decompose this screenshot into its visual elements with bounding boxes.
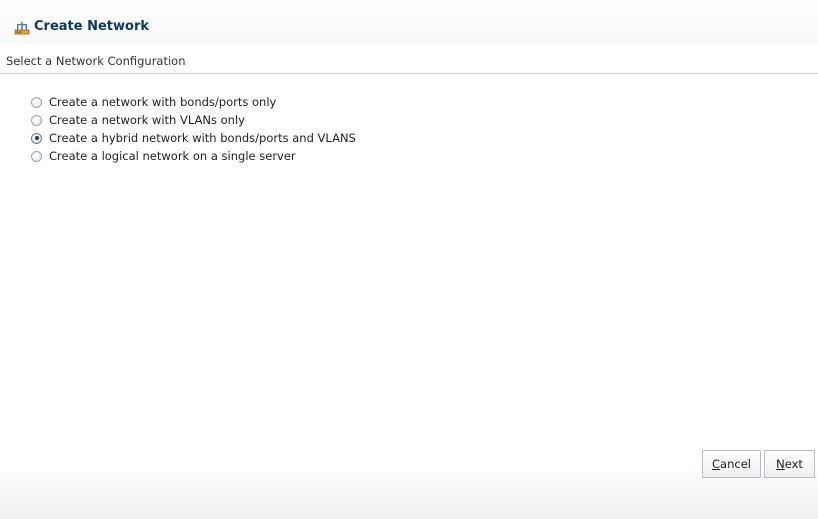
option-label: Create a logical network on a single ser… (49, 149, 296, 163)
option-bonds-ports-only[interactable]: Create a network with bonds/ports only (31, 93, 356, 111)
next-button[interactable]: Next (764, 450, 815, 478)
next-mnemonic: N (776, 457, 785, 471)
network-config-options: Create a network with bonds/ports only C… (31, 93, 356, 165)
cancel-mnemonic: C (712, 457, 721, 471)
dialog-title: Create Network (34, 19, 150, 34)
option-vlans-only[interactable]: Create a network with VLANs only (31, 111, 356, 129)
option-label: Create a network with bonds/ports only (49, 95, 277, 109)
create-network-dialog: Create Network Select a Network Configur… (0, 0, 818, 519)
option-logical-network[interactable]: Create a logical network on a single ser… (31, 147, 356, 165)
radio-button[interactable] (31, 96, 42, 108)
cancel-label: ancel (720, 457, 751, 471)
radio-button-selected[interactable] (31, 132, 42, 144)
option-hybrid-network[interactable]: Create a hybrid network with bonds/ports… (31, 129, 356, 147)
section-header: Select a Network Configuration (0, 50, 818, 74)
option-label: Create a network with VLANs only (49, 113, 245, 127)
network-icon (14, 21, 30, 35)
next-label: ext (784, 457, 803, 471)
radio-button[interactable] (31, 114, 42, 126)
option-label: Create a hybrid network with bonds/ports… (49, 131, 356, 145)
title-bar: Create Network (0, 0, 818, 44)
cancel-button[interactable]: Cancel (702, 450, 761, 478)
section-header-label: Select a Network Configuration (6, 54, 186, 68)
radio-button[interactable] (31, 150, 42, 162)
